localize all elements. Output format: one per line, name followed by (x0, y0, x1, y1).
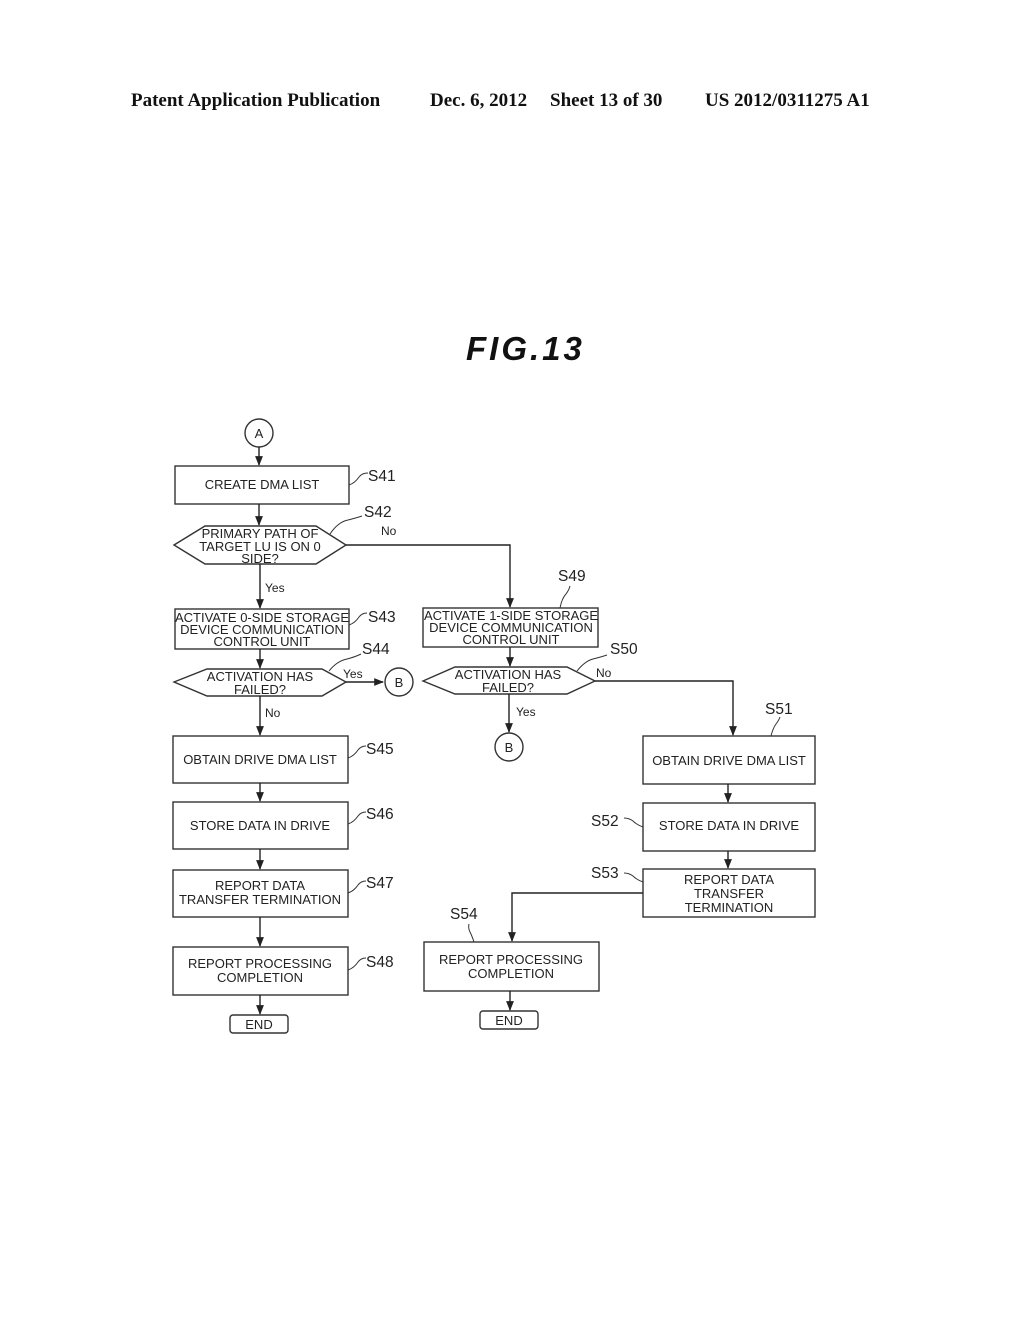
arrow (346, 544, 514, 608)
svg-text:REPORT DATA: REPORT DATA (215, 878, 305, 893)
leader-line (348, 472, 369, 486)
step-id-s41: S41 (368, 468, 396, 485)
step-id-s50: S50 (610, 641, 638, 658)
branch-label: Yes (265, 581, 285, 595)
branch-label: No (265, 706, 281, 720)
step-id-s48: S48 (366, 954, 394, 971)
step-id-s44: S44 (362, 641, 390, 658)
step-s41: CREATE DMA LIST (174, 465, 350, 505)
step-s53: REPORT DATA TRANSFER TERMINATION (642, 868, 816, 918)
svg-text:COMPLETION: COMPLETION (468, 966, 554, 981)
step-s51: OBTAIN DRIVE DMA LIST (642, 735, 816, 785)
svg-text:A: A (255, 426, 264, 441)
svg-text:B: B (395, 675, 404, 690)
svg-text:REPORT PROCESSING: REPORT PROCESSING (439, 952, 583, 967)
arrow (508, 892, 643, 942)
leader-line (347, 957, 367, 971)
leader-line (559, 585, 571, 609)
decision-s44: ACTIVATION HAS FAILED? (172, 668, 348, 697)
step-id-s53: S53 (591, 865, 619, 882)
step-id-s54: S54 (450, 906, 478, 923)
svg-text:CONTROL UNIT: CONTROL UNIT (462, 632, 559, 647)
step-id-s51: S51 (765, 701, 793, 718)
step-id-s45: S45 (366, 741, 394, 758)
flowchart: A CREATE DMA LIST S41 PRIMARY PATH OF TA… (172, 418, 816, 1034)
svg-text:B: B (505, 740, 514, 755)
branch-label: No (596, 666, 612, 680)
svg-text:OBTAIN DRIVE DMA LIST: OBTAIN DRIVE DMA LIST (183, 752, 337, 767)
end-terminal-right: END (479, 1010, 539, 1030)
svg-text:STORE DATA IN DRIVE: STORE DATA IN DRIVE (190, 818, 330, 833)
svg-text:FAILED?: FAILED? (234, 682, 286, 697)
decision-s50: ACTIVATION HAS FAILED? (421, 666, 597, 695)
leader-line (347, 745, 367, 759)
connector-b-left: B (384, 667, 414, 697)
svg-text:CONTROL UNIT: CONTROL UNIT (213, 634, 310, 649)
leader-line (329, 515, 363, 535)
leader-line (347, 880, 367, 894)
svg-text:TRANSFER: TRANSFER (694, 886, 764, 901)
step-id-s43: S43 (368, 609, 396, 626)
svg-text:COMPLETION: COMPLETION (217, 970, 303, 985)
step-s46: STORE DATA IN DRIVE (172, 801, 349, 850)
leader-line (348, 612, 368, 626)
svg-text:TRANSFER TERMINATION: TRANSFER TERMINATION (179, 892, 341, 907)
leader-line (623, 817, 644, 828)
svg-text:CREATE DMA LIST: CREATE DMA LIST (205, 477, 320, 492)
leader-line (468, 923, 475, 943)
step-s45: OBTAIN DRIVE DMA LIST (172, 735, 349, 784)
step-id-s42: S42 (364, 504, 392, 521)
connector-b-right: B (494, 732, 524, 762)
end-terminal-left: END (229, 1014, 289, 1034)
step-s49: ACTIVATE 1-SIDE STORAGE DEVICE COMMUNICA… (422, 607, 599, 648)
step-s47: REPORT DATA TRANSFER TERMINATION (172, 869, 349, 918)
svg-text:END: END (245, 1017, 272, 1032)
step-s54: REPORT PROCESSING COMPLETION (423, 941, 600, 992)
svg-text:END: END (495, 1013, 522, 1028)
step-id-s52: S52 (591, 813, 619, 830)
decision-s42: PRIMARY PATH OF TARGET LU IS ON 0 SIDE? (172, 525, 348, 566)
step-s52: STORE DATA IN DRIVE (642, 802, 816, 852)
leader-line (770, 716, 781, 737)
branch-label: Yes (516, 705, 536, 719)
branch-label: Yes (343, 667, 363, 681)
arrow (595, 680, 737, 736)
svg-text:SIDE?: SIDE? (241, 551, 279, 566)
svg-text:TERMINATION: TERMINATION (685, 900, 774, 915)
leader-line (623, 872, 644, 883)
leader-line (347, 811, 367, 825)
branch-label: No (381, 524, 397, 538)
step-id-s46: S46 (366, 806, 394, 823)
svg-text:REPORT PROCESSING: REPORT PROCESSING (188, 956, 332, 971)
step-s43: ACTIVATE 0-SIDE STORAGE DEVICE COMMUNICA… (174, 608, 350, 650)
svg-text:FAILED?: FAILED? (482, 680, 534, 695)
step-id-s47: S47 (366, 875, 394, 892)
step-s48: REPORT PROCESSING COMPLETION (172, 946, 349, 996)
step-id-s49: S49 (558, 568, 586, 585)
connector-a: A (244, 418, 274, 448)
svg-text:OBTAIN DRIVE DMA LIST: OBTAIN DRIVE DMA LIST (652, 753, 806, 768)
svg-text:REPORT DATA: REPORT DATA (684, 872, 774, 887)
svg-text:STORE DATA IN DRIVE: STORE DATA IN DRIVE (659, 818, 799, 833)
